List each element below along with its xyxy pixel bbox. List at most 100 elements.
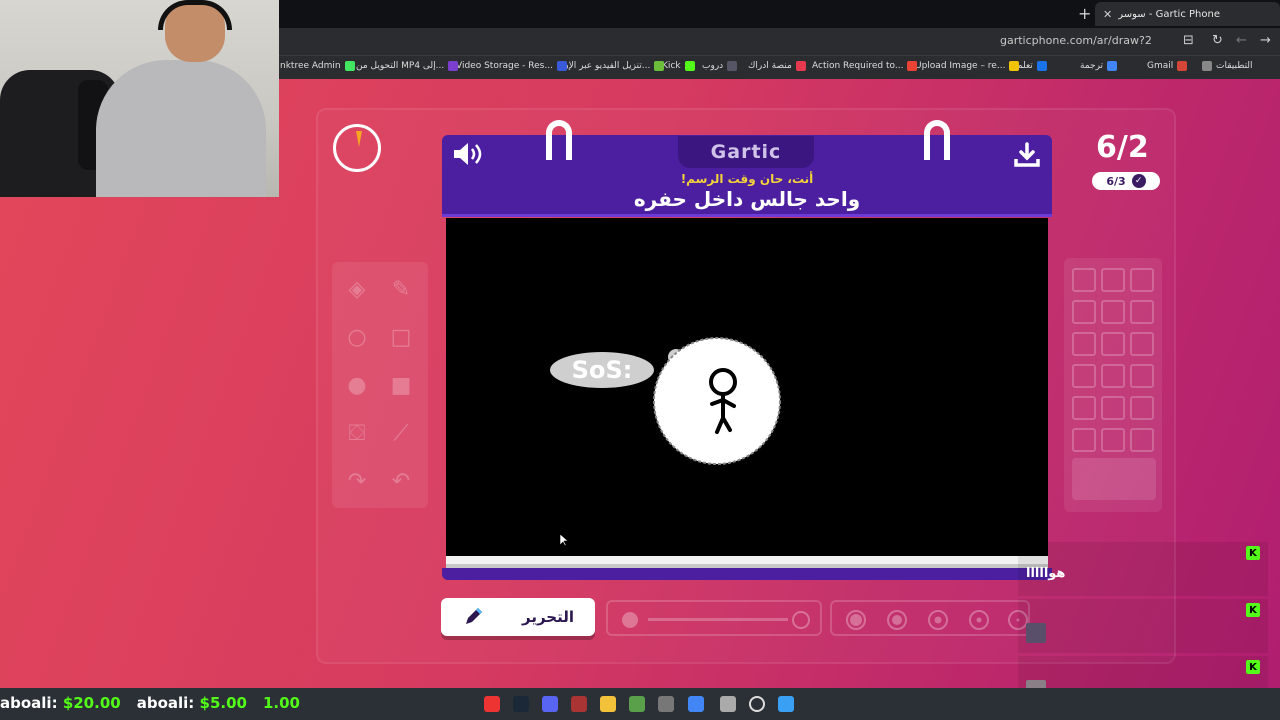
color-swatch[interactable] <box>1130 396 1154 420</box>
obs-icon[interactable] <box>658 696 674 712</box>
slider-max-icon <box>792 611 810 629</box>
color-swatch[interactable] <box>1130 364 1154 388</box>
brush-size-option[interactable] <box>846 610 866 630</box>
url-text[interactable]: garticphone.com/ar/draw?2 <box>1000 34 1152 47</box>
task-view-icon[interactable] <box>720 696 736 712</box>
color-palette <box>1064 258 1162 512</box>
slider-min-icon <box>622 612 638 628</box>
current-color-preview <box>1072 458 1156 500</box>
speaker-icon[interactable] <box>452 140 484 168</box>
color-swatch[interactable] <box>1101 396 1125 420</box>
eraser-tool-icon[interactable]: ◈ <box>342 274 372 304</box>
stream-chat-overlay: K هوااااا K K <box>1018 542 1268 710</box>
back-icon[interactable]: → <box>1260 33 1271 48</box>
color-swatch[interactable] <box>1130 428 1154 452</box>
color-swatch[interactable] <box>1130 332 1154 356</box>
kick-badge-icon: K <box>1246 546 1260 560</box>
storage-icon <box>556 61 567 71</box>
pencil-icon <box>466 607 483 624</box>
streamer-body <box>96 60 266 197</box>
color-swatch[interactable] <box>1130 268 1154 292</box>
color-swatch[interactable] <box>1072 332 1096 356</box>
ellipse-fill-tool-icon[interactable]: ● <box>342 370 372 400</box>
color-swatch[interactable] <box>1101 268 1125 292</box>
convert-icon <box>448 61 459 71</box>
bookmark-apps[interactable]: التطبيقات <box>1202 61 1253 71</box>
search-icon[interactable] <box>749 696 765 712</box>
file-explorer-icon[interactable] <box>600 696 616 712</box>
color-swatch[interactable] <box>1072 268 1096 292</box>
close-tab-icon[interactable]: ✕ <box>1103 8 1112 21</box>
learn-icon <box>1036 61 1047 71</box>
linktree-icon <box>344 61 355 71</box>
bookmark-action-required[interactable]: Action Required to... <box>812 61 918 71</box>
bookmark-translate[interactable]: ترجمة <box>1080 61 1118 71</box>
store-icon[interactable] <box>629 696 645 712</box>
bookmark-edraak[interactable]: منصة ادراك <box>748 61 806 71</box>
slider-track[interactable] <box>648 618 788 621</box>
color-swatch[interactable] <box>1101 428 1125 452</box>
undo-tool-icon[interactable]: ↶ <box>386 466 416 496</box>
bookmark-upload-image[interactable]: Upload Image – re... <box>915 61 1020 71</box>
color-swatch[interactable] <box>1072 428 1096 452</box>
color-swatch[interactable] <box>1101 332 1125 356</box>
drawing-canvas[interactable]: SoS: <box>446 218 1048 556</box>
color-swatch[interactable] <box>1130 300 1154 324</box>
rectangle-outline-tool-icon[interactable]: □ <box>386 322 416 352</box>
kick-badge-icon: K <box>1246 660 1260 674</box>
binder-ring-right <box>924 120 950 160</box>
chrome-icon[interactable] <box>688 696 704 712</box>
color-swatch[interactable] <box>1072 364 1096 388</box>
donation-item: aboali: $20.00 <box>0 694 121 712</box>
edraak-icon <box>795 61 806 71</box>
pencil-tool-icon[interactable]: ✎ <box>386 274 416 304</box>
rectangle-fill-tool-icon[interactable]: ■ <box>386 370 416 400</box>
browser-tab[interactable]: ✕ Gartic Phone - سوسر <box>1095 2 1280 26</box>
bucket-tool-icon[interactable]: ⛋ <box>342 418 372 448</box>
headset <box>158 0 232 30</box>
canvas-shadow <box>442 568 1052 580</box>
edit-button-label: التحرير <box>522 608 575 626</box>
redo-tool-icon[interactable]: ↷ <box>342 466 372 496</box>
line-tool-icon[interactable]: ⟋ <box>386 418 416 448</box>
color-swatch[interactable] <box>1072 396 1096 420</box>
round-counter: 6/2 <box>1096 130 1149 165</box>
app-icon[interactable] <box>484 696 500 712</box>
upload-icon <box>1009 61 1020 71</box>
bookmark-gmail[interactable]: Gmail <box>1147 61 1188 71</box>
chat-emote <box>1026 623 1046 643</box>
video-app-icon[interactable] <box>571 696 587 712</box>
brush-size-option[interactable] <box>969 610 989 630</box>
opacity-slider[interactable] <box>606 600 822 636</box>
discord-icon[interactable] <box>542 696 558 712</box>
brush-size-option[interactable] <box>928 610 948 630</box>
color-swatch[interactable] <box>1101 364 1125 388</box>
ellipse-outline-tool-icon[interactable]: ○ <box>342 322 372 352</box>
color-swatch[interactable] <box>1101 300 1125 324</box>
brush-size-option[interactable] <box>887 610 907 630</box>
edit-button[interactable]: التحرير <box>441 598 595 636</box>
bookmark-mp4-convert[interactable]: التحويل من MP4 إلى... <box>356 61 459 71</box>
forward-icon[interactable]: ← <box>1236 33 1247 48</box>
bookmark-droob[interactable]: دروب <box>702 61 738 71</box>
kick-badge-icon: K <box>1246 603 1260 617</box>
color-swatch[interactable] <box>1072 300 1096 324</box>
bookmark-video-download[interactable]: تنزيل الفيديو عبر الإن... <box>562 61 665 71</box>
windows-start-icon[interactable] <box>778 696 794 712</box>
bookmark-linktree[interactable]: nktree Admin <box>280 61 355 71</box>
gmail-icon <box>1177 61 1188 71</box>
site-settings-icon[interactable]: ⊟ <box>1183 33 1194 48</box>
download-icon[interactable] <box>1014 142 1040 168</box>
reload-icon[interactable]: ↻ <box>1212 33 1223 48</box>
apps-grid-icon <box>1202 61 1212 71</box>
round-done-badge: 6/3 ✓ <box>1092 172 1160 190</box>
steam-icon[interactable] <box>513 696 529 712</box>
chat-message-text: هوااااا <box>1026 566 1066 581</box>
taskbar: aboali: $20.00 aboali: $5.00 1.00 <box>0 688 1280 720</box>
bookmark-learn[interactable]: تعلم <box>1017 61 1047 71</box>
mouse-cursor-icon <box>560 534 568 546</box>
new-tab-button[interactable]: + <box>1078 4 1091 23</box>
bookmark-video-storage[interactable]: Video Storage - Res... <box>456 61 567 71</box>
bookmark-kick[interactable]: Kick <box>662 61 695 71</box>
tools-panel: ◈ ✎ ○ □ ● ■ ⛋ ⟋ ↷ ↶ <box>332 262 428 508</box>
